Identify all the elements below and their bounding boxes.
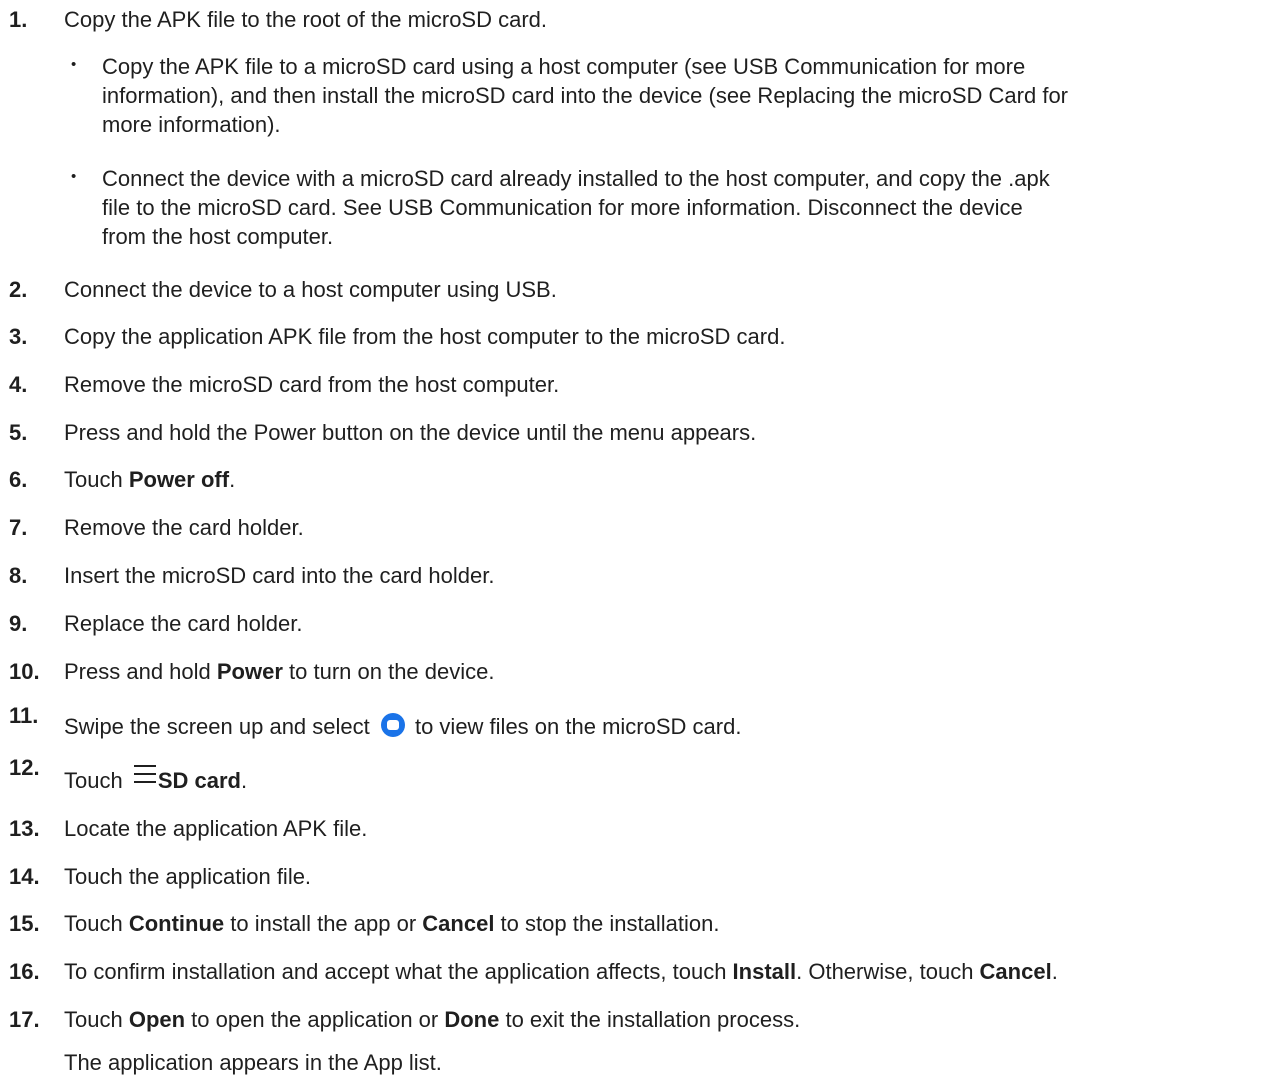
- ui-term: Install: [732, 959, 797, 984]
- step-number: 5.: [9, 420, 28, 445]
- substep-text: Connect the device with a microSD card a…: [102, 166, 1050, 249]
- ui-term: Open: [128, 1007, 186, 1032]
- step-number: 6.: [9, 467, 28, 492]
- step-number: 8.: [9, 563, 28, 588]
- step-text: Press and hold Power to turn on the devi…: [64, 659, 495, 684]
- step-number: 4.: [9, 372, 28, 397]
- substep-text: Copy the APK file to a microSD card usin…: [102, 54, 1069, 137]
- procedure-document: 1. Copy the APK file to the root of the …: [0, 0, 1265, 1082]
- ui-term: Done: [444, 1007, 500, 1032]
- ui-term: SD card: [157, 768, 241, 793]
- step-number: 9.: [9, 611, 28, 636]
- step-text: Connect the device to a host computer us…: [64, 277, 557, 302]
- step-text: Copy the APK file to the root of the mic…: [64, 7, 548, 32]
- step-number: 3.: [9, 324, 28, 349]
- ui-term: Cancel: [979, 959, 1052, 984]
- step-text: Locate the application APK file.: [64, 816, 368, 841]
- step-number: 1.: [9, 7, 28, 32]
- step-text: Insert the microSD card into the card ho…: [64, 563, 495, 588]
- ui-term: Power off: [128, 467, 230, 492]
- step-text: Remove the card holder.: [64, 515, 304, 540]
- step-number: 16.: [9, 959, 40, 984]
- step-text: Touch the application file.: [64, 864, 312, 889]
- step-number: 13.: [9, 816, 40, 841]
- step-number: 17.: [9, 1007, 40, 1032]
- step-text: Touch SD card.: [64, 765, 1253, 794]
- step-number: 11.: [9, 703, 39, 728]
- ui-term: Cancel: [422, 911, 495, 936]
- step-text: Replace the card holder.: [64, 611, 303, 636]
- step-result-text: The application appears in the App list.: [64, 1050, 442, 1075]
- files-app-icon: [380, 713, 405, 737]
- step-number: 15.: [9, 911, 40, 936]
- ui-term: Power: [216, 659, 283, 684]
- step-text: Press and hold the Power button on the d…: [64, 420, 757, 445]
- step-number: 10.: [9, 659, 40, 684]
- step-text: Touch Power off.: [64, 467, 236, 492]
- step-number: 12.: [9, 755, 40, 780]
- step-number: 2.: [9, 277, 28, 302]
- menu-icon: [133, 765, 156, 783]
- step-text: To confirm installation and accept what …: [64, 959, 1058, 984]
- bullet: •: [71, 56, 77, 73]
- step-text: Copy the application APK file from the h…: [64, 324, 786, 349]
- step-text: Touch Continue to install the app or Can…: [64, 911, 720, 936]
- step-number: 14.: [9, 864, 40, 889]
- step-number: 7.: [9, 515, 28, 540]
- step-text: Touch Open to open the application or Do…: [64, 1007, 801, 1032]
- step-text: Remove the microSD card from the host co…: [64, 372, 560, 397]
- ui-term: Continue: [128, 911, 225, 936]
- bullet: •: [71, 168, 77, 185]
- step-text: Swipe the screen up and select to view f…: [64, 713, 742, 739]
